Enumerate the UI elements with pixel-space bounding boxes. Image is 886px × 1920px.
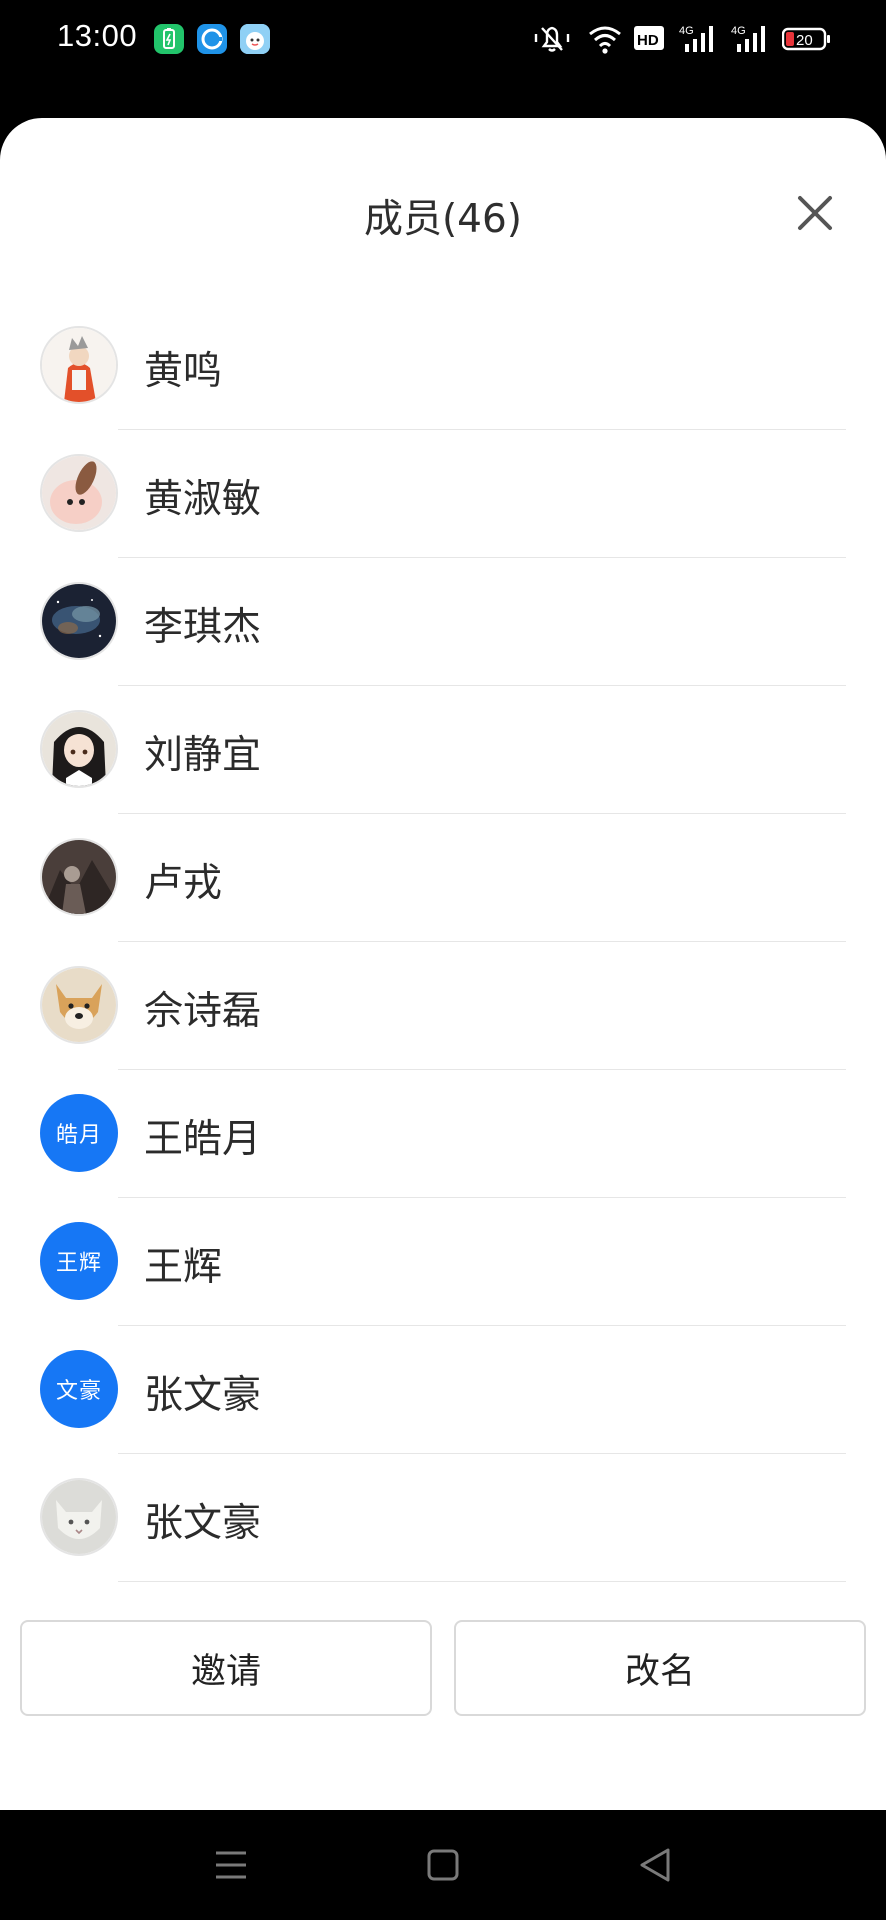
- home-button[interactable]: [426, 1846, 460, 1884]
- close-icon: [798, 196, 832, 230]
- text-avatar: 王辉: [40, 1222, 118, 1300]
- battery-icon: 20: [782, 22, 832, 56]
- member-name: 李琪杰: [144, 605, 262, 650]
- member-row[interactable]: 皓月 王皓月: [0, 1070, 886, 1198]
- member-name: 刘静宜: [144, 733, 262, 778]
- member-list: 黄鸣 黄淑敏 李琪杰 刘静宜 卢戎 佘诗磊 皓月 王皓月 王辉 王辉 文豪 张文…: [0, 302, 886, 1582]
- close-button[interactable]: [790, 188, 840, 238]
- member-name: 张文豪: [144, 1501, 262, 1546]
- shiba-dog-avatar: [40, 966, 118, 1044]
- member-row[interactable]: 黄淑敏: [0, 430, 886, 558]
- member-row[interactable]: 卢戎: [0, 814, 886, 942]
- status-bar: 13:00 HD 4G 4G 20: [0, 0, 886, 80]
- invite-button[interactable]: 邀请: [20, 1620, 432, 1716]
- home-icon: [427, 1849, 459, 1881]
- wifi-icon: [587, 22, 623, 56]
- edge-browser-app-icon: [197, 24, 227, 54]
- navigation-bar: [0, 1810, 886, 1920]
- text-avatar: 皓月: [40, 1094, 118, 1172]
- member-row[interactable]: 文豪 张文豪: [0, 1326, 886, 1454]
- dark-illustration-avatar: [40, 838, 118, 916]
- member-name: 王皓月: [144, 1117, 262, 1162]
- mute-icon: [532, 22, 572, 56]
- plush-toy-avatar: [40, 454, 118, 532]
- menu-button[interactable]: [214, 1846, 248, 1884]
- status-time: 13:00: [57, 18, 138, 53]
- cartoon-app-icon: [240, 24, 270, 54]
- member-row[interactable]: 张文豪: [0, 1454, 886, 1582]
- battery-saver-app-icon: [154, 24, 184, 54]
- member-row[interactable]: 佘诗磊: [0, 942, 886, 1070]
- member-name: 王辉: [144, 1245, 223, 1290]
- network-type-label: 4G: [679, 25, 694, 37]
- member-name: 佘诗磊: [144, 989, 262, 1034]
- member-row[interactable]: 李琪杰: [0, 558, 886, 686]
- member-row[interactable]: 王辉 王辉: [0, 1198, 886, 1326]
- hd-icon: HD: [633, 22, 667, 56]
- member-row[interactable]: 黄鸣: [0, 302, 886, 430]
- signal-icon: 4G: [731, 22, 773, 56]
- hd-label: HD: [637, 32, 659, 49]
- member-name: 黄鸣: [144, 349, 223, 394]
- battery-level: 20: [796, 32, 813, 49]
- back-icon: [640, 1848, 670, 1882]
- text-avatar: 文豪: [40, 1350, 118, 1428]
- network-type-label: 4G: [731, 25, 746, 37]
- cat-avatar: [40, 1478, 118, 1556]
- menu-icon: [216, 1851, 246, 1879]
- member-name: 黄淑敏: [144, 477, 262, 522]
- anime-girl-avatar: [40, 710, 118, 788]
- member-name: 卢戎: [144, 861, 223, 906]
- signal-icon: 4G: [679, 22, 721, 56]
- cartoon-character-avatar: [40, 326, 118, 404]
- members-sheet: 成员(46) 黄鸣 黄淑敏 李琪杰 刘静宜 卢戎 佘诗磊 皓月 王皓月 王辉 王…: [0, 118, 886, 1810]
- member-row[interactable]: 刘静宜: [0, 686, 886, 814]
- rename-button[interactable]: 改名: [454, 1620, 866, 1716]
- member-name: 张文豪: [144, 1373, 262, 1418]
- divider: [118, 1581, 846, 1582]
- back-button[interactable]: [638, 1846, 672, 1884]
- sheet-title: 成员(46): [363, 197, 523, 242]
- nebula-avatar: [40, 582, 118, 660]
